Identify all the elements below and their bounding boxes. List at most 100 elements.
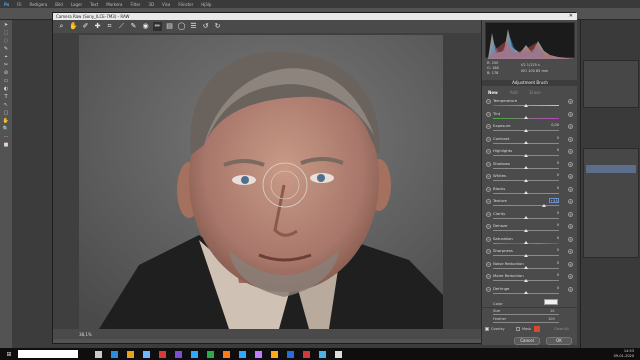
taskbar-app-icon[interactable] (287, 350, 294, 358)
slider-thumb[interactable] (524, 228, 528, 232)
clock[interactable]: 14:53 09-01-2020 (614, 349, 634, 358)
menu-item-7[interactable]: Filter (131, 2, 141, 7)
plus-icon[interactable]: + (568, 224, 573, 229)
cancel-button[interactable]: Cancel (514, 337, 540, 345)
slider-value[interactable]: 0,00 (547, 123, 559, 128)
brush-mode-add[interactable]: Add (510, 90, 518, 95)
minus-icon[interactable]: − (486, 124, 491, 129)
taskbar-app-icon[interactable] (95, 350, 102, 358)
slider-value[interactable]: 0 (547, 248, 559, 253)
ps-tool-icon-9[interactable]: T (3, 94, 10, 100)
taskbar-app-icon[interactable] (239, 350, 246, 358)
size-value[interactable]: 10 (550, 309, 554, 313)
slider-thumb[interactable] (542, 203, 547, 207)
plus-icon[interactable]: + (568, 236, 573, 242)
minus-icon[interactable]: − (486, 186, 491, 192)
ps-tool-icon-5[interactable]: ✂ (3, 62, 10, 68)
feather-value[interactable]: 100 (548, 317, 555, 321)
slider-value[interactable]: 0 (547, 211, 559, 216)
slider-thumb[interactable] (524, 166, 528, 169)
slider-thumb[interactable] (524, 278, 528, 282)
taskbar-app-icon[interactable] (111, 350, 118, 358)
mask-color-swatch[interactable] (534, 326, 540, 332)
taskbar-app-icon[interactable] (159, 350, 166, 358)
plus-icon[interactable]: + (568, 186, 573, 192)
minus-icon[interactable]: − (486, 136, 491, 142)
plus-icon[interactable]: + (568, 249, 573, 254)
adjustment-brush-icon[interactable]: ✏ (153, 22, 162, 31)
brush-mode-erase[interactable]: Erase (530, 90, 541, 95)
ps-tool-icon-7[interactable]: ▭ (3, 78, 10, 84)
slider-value[interactable]: 0 (547, 148, 559, 153)
minus-icon[interactable]: − (486, 236, 491, 242)
zoom-level[interactable]: 38,1% (79, 332, 92, 337)
taskbar-app-icon[interactable] (127, 350, 134, 358)
plus-icon[interactable]: + (568, 136, 573, 142)
slider-value[interactable]: 0 (547, 223, 559, 228)
color-sampler-icon[interactable]: ✚ (93, 22, 102, 31)
slider-thumb[interactable] (524, 253, 528, 257)
menu-item-10[interactable]: Fönster (178, 2, 193, 7)
rotate-left-icon[interactable]: ↺ (201, 22, 210, 31)
menu-item-0[interactable]: Ps (4, 2, 9, 7)
slider-thumb[interactable] (524, 141, 528, 144)
plus-icon[interactable]: + (568, 174, 573, 179)
straighten-icon[interactable]: ⟋ (117, 22, 126, 31)
slider-thumb[interactable] (524, 128, 528, 132)
menu-item-9[interactable]: Visa (162, 2, 170, 7)
slider-value[interactable] (547, 98, 559, 103)
slider-value[interactable]: 0 (547, 136, 559, 141)
slider-thumb[interactable] (524, 116, 528, 119)
menu-item-11[interactable]: Hjälp (201, 2, 211, 7)
selected-layer[interactable] (586, 165, 636, 173)
overlay-checkbox[interactable] (485, 327, 489, 331)
menu-item-6[interactable]: Markera (106, 2, 122, 7)
crop-icon[interactable]: ⌗ (105, 22, 114, 31)
windows-start-icon[interactable]: ⊞ (5, 350, 13, 358)
minus-icon[interactable]: − (486, 111, 491, 117)
ps-tool-icon-12[interactable]: ✋ (3, 118, 10, 124)
preferences-icon[interactable]: ☰ (189, 22, 198, 31)
slider-value[interactable]: 0 (547, 273, 559, 278)
minus-icon[interactable]: − (486, 224, 491, 229)
portrait-photo[interactable] (79, 35, 443, 329)
slider-value[interactable]: 0 (547, 261, 559, 266)
taskbar-app-icon[interactable] (255, 350, 262, 358)
slider-value[interactable]: 0 (547, 236, 559, 241)
taskbar-app-icon[interactable] (175, 350, 182, 358)
ps-tool-icon-8[interactable]: ◐ (3, 86, 10, 92)
taskbar-app-icon[interactable] (207, 350, 214, 358)
minus-icon[interactable]: − (486, 211, 491, 217)
minus-icon[interactable]: − (486, 149, 491, 154)
plus-icon[interactable]: + (568, 199, 573, 204)
size-slider[interactable] (493, 314, 559, 315)
slider-value[interactable]: 0 (547, 186, 559, 191)
feather-slider[interactable] (493, 322, 559, 323)
ps-tool-icon-4[interactable]: ⌖ (3, 54, 10, 60)
taskbar-app-icon[interactable] (223, 350, 230, 358)
minus-icon[interactable]: − (486, 174, 491, 179)
slider-value[interactable]: 0 (547, 161, 559, 166)
color-swatch[interactable] (544, 299, 558, 305)
mask-checkbox[interactable] (516, 327, 520, 331)
slider-value[interactable]: 0 (547, 173, 559, 178)
menu-item-1[interactable]: Fil (17, 2, 21, 7)
minus-icon[interactable]: − (486, 99, 491, 104)
red-eye-icon[interactable]: ◉ (141, 22, 150, 31)
taskbar-app-icon[interactable] (335, 350, 342, 358)
menu-item-3[interactable]: Bild (55, 2, 63, 7)
menu-item-4[interactable]: Lager (71, 2, 82, 7)
rotate-right-icon[interactable]: ↻ (213, 22, 222, 31)
spot-removal-icon[interactable]: ✎ (129, 22, 138, 31)
radial-filter-icon[interactable]: ◯ (177, 22, 186, 31)
menu-item-8[interactable]: 3D (148, 2, 154, 7)
search-box[interactable] (18, 350, 78, 358)
plus-icon[interactable]: + (568, 274, 573, 279)
slider-thumb[interactable] (524, 178, 528, 182)
minus-icon[interactable]: − (486, 161, 491, 167)
plus-icon[interactable]: + (568, 99, 573, 104)
ps-tool-icon-13[interactable]: 🔍 (3, 126, 10, 132)
plus-icon[interactable]: + (568, 286, 573, 292)
taskbar-app-icon[interactable] (191, 350, 198, 358)
graduated-filter-icon[interactable]: ▤ (165, 22, 174, 31)
